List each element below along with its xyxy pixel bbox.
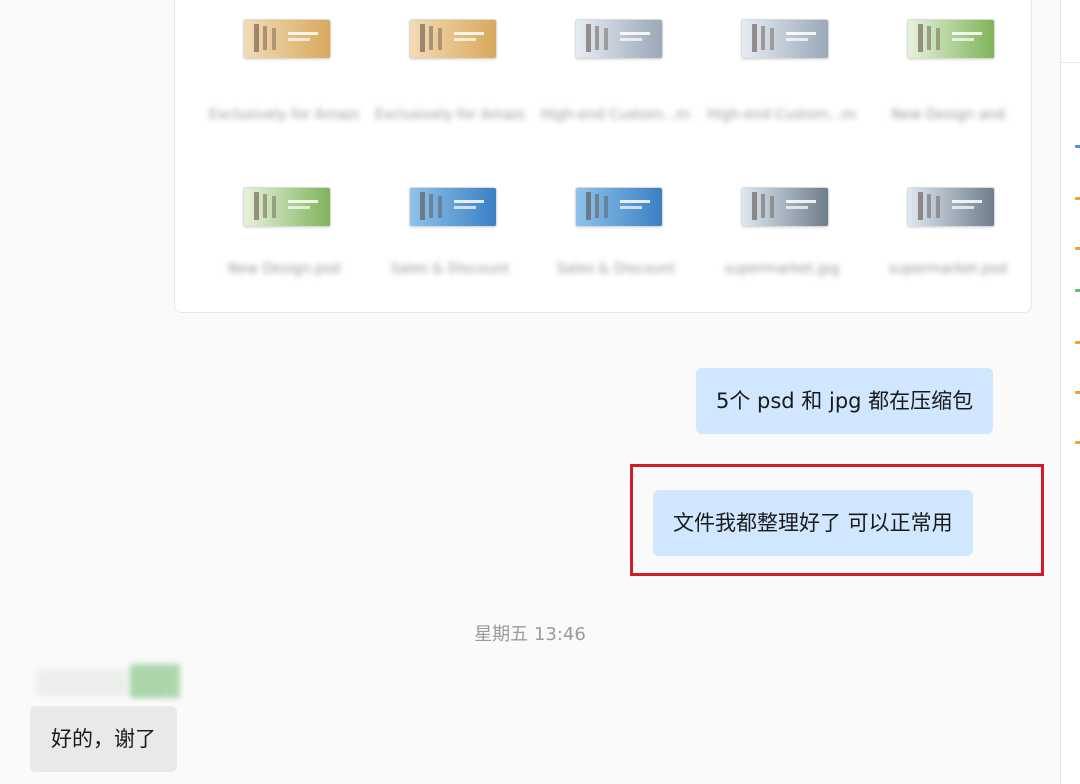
file-thumbnail	[741, 187, 829, 227]
list-marker	[1075, 247, 1080, 250]
file-thumbnail	[575, 187, 663, 227]
file-name: supermarket.psd	[888, 261, 1008, 277]
file-name: supermarket.jpg	[724, 261, 840, 277]
panel-divider	[1061, 62, 1080, 63]
file-name: High-end Custom...mes.psd	[541, 107, 691, 123]
file-name: Exclusively for Amazon.jpg	[375, 107, 525, 123]
file-item[interactable]: supermarket.jpg	[707, 187, 857, 327]
file-item[interactable]: New Design.psd	[209, 187, 359, 327]
file-thumbnail	[907, 19, 995, 59]
incoming-message[interactable]: 好的，谢了	[30, 706, 177, 772]
list-marker	[1075, 145, 1080, 148]
file-name: New Design and	[890, 107, 1006, 123]
file-thumbnail	[409, 187, 497, 227]
file-thumbnail	[243, 19, 331, 59]
list-marker	[1075, 197, 1080, 200]
file-thumbnail	[409, 19, 497, 59]
file-item[interactable]: Exclusively for Amazon.psd	[209, 19, 359, 159]
file-name: Sales & Discount	[390, 261, 510, 277]
file-item[interactable]: High-end Custom...mes.psd	[541, 19, 691, 159]
file-item[interactable]: Sales & Discount	[375, 187, 525, 327]
file-thumbnail	[907, 187, 995, 227]
file-name: High-end Custom...mes.jpg	[707, 107, 857, 123]
file-thumbnail	[741, 19, 829, 59]
time-separator: 星期五 13:46	[474, 624, 586, 645]
sender-name	[36, 664, 198, 700]
file-thumbnail	[243, 187, 331, 227]
file-bundle-card[interactable]: Exclusively for Amazon.psd Exclusively f…	[174, 0, 1032, 313]
file-item[interactable]: supermarket.psd	[873, 187, 1023, 327]
file-name: Sales & Discount	[556, 261, 676, 277]
file-item[interactable]: New Design and	[873, 19, 1023, 159]
chat-window: Exclusively for Amazon.psd Exclusively f…	[0, 0, 1060, 784]
right-side-panel	[1060, 0, 1080, 784]
file-thumbnail	[575, 19, 663, 59]
list-marker	[1075, 441, 1080, 444]
file-item[interactable]: Sales & Discount	[541, 187, 691, 327]
list-marker	[1075, 341, 1080, 344]
outgoing-message[interactable]: 文件我都整理好了 可以正常用	[653, 490, 973, 556]
list-marker	[1075, 391, 1080, 394]
file-name: New Design.psd	[227, 261, 341, 277]
outgoing-message[interactable]: 5个 psd 和 jpg 都在压缩包	[696, 368, 994, 434]
file-item[interactable]: High-end Custom...mes.jpg	[707, 19, 857, 159]
list-marker	[1075, 289, 1080, 292]
file-item[interactable]: Exclusively for Amazon.jpg	[375, 19, 525, 159]
file-name: Exclusively for Amazon.psd	[209, 107, 359, 123]
